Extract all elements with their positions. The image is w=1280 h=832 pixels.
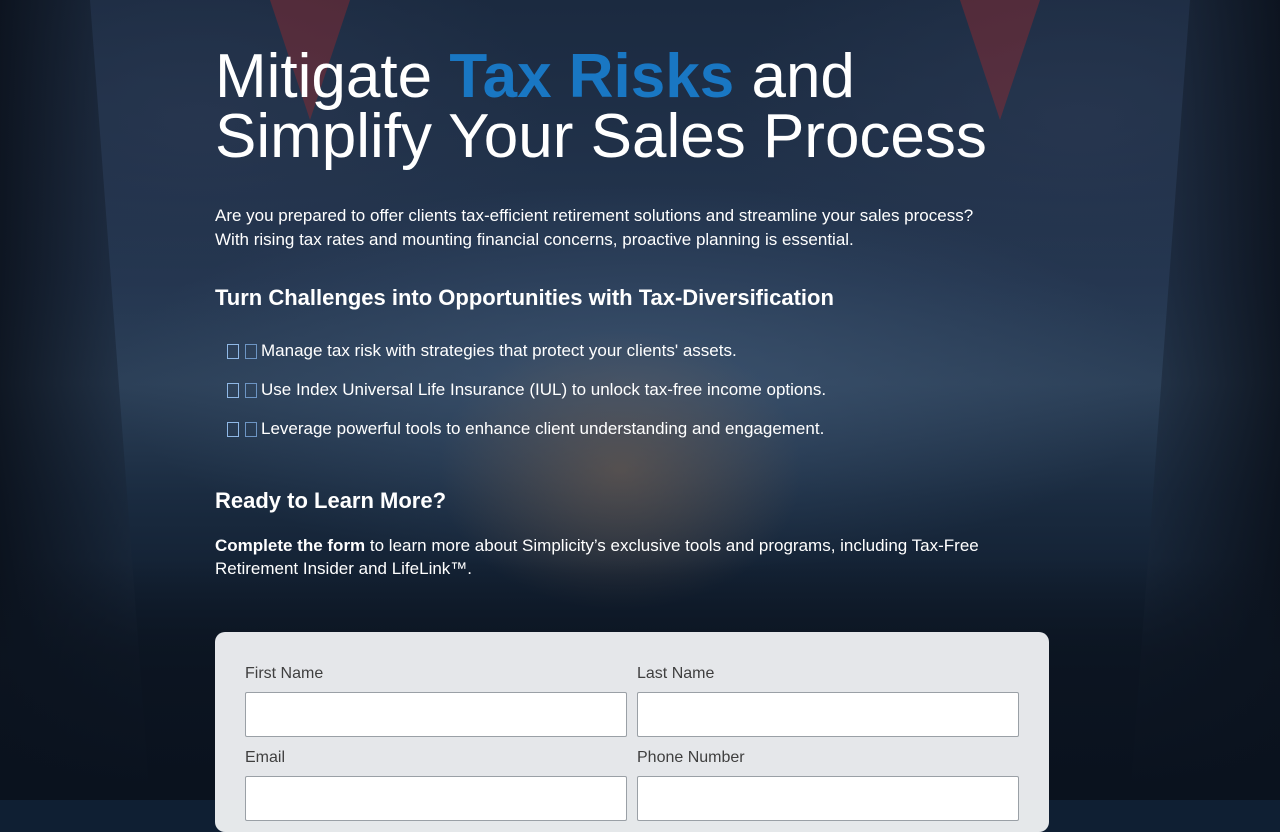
phone-label: Phone Number [637, 749, 745, 766]
first-name-label: First Name [245, 665, 324, 682]
email-field: Email [245, 748, 627, 821]
list-item: Manage tax risk with strategies that pro… [227, 339, 826, 378]
box-icon [227, 344, 239, 359]
benefit-text: Use Index Universal Life Insurance (IUL)… [261, 380, 827, 399]
title-line-2: Simplify Your Sales Process [215, 102, 987, 171]
email-label: Email [245, 749, 286, 766]
first-name-input[interactable] [245, 692, 627, 737]
title-accent-text: Tax Risks [449, 42, 735, 111]
benefit-text: Leverage powerful tools to enhance clien… [261, 419, 825, 438]
last-name-input[interactable] [637, 692, 1019, 737]
lead-form: First Name Last Name Email Phone Number [215, 632, 1049, 832]
first-name-field: First Name [245, 664, 627, 737]
benefits-list: Manage tax risk with strategies that pro… [227, 339, 826, 456]
intro-line-1: Are you prepared to offer clients tax-ef… [215, 206, 974, 225]
section-heading: Turn Challenges into Opportunities with … [215, 285, 834, 310]
title-text: and [734, 42, 855, 111]
cta-paragraph: Complete the form to learn more about Si… [215, 534, 1045, 580]
last-name-field: Last Name [637, 664, 1019, 737]
intro-line-2: With rising tax rates and mounting finan… [215, 230, 854, 249]
list-item: Use Index Universal Life Insurance (IUL)… [227, 378, 826, 417]
title-text: Mitigate [215, 42, 450, 111]
box-icon [227, 422, 239, 437]
cta-heading: Ready to Learn More? [215, 488, 447, 513]
box-icon [245, 383, 257, 398]
phone-input[interactable] [637, 776, 1019, 821]
benefit-text: Manage tax risk with strategies that pro… [261, 341, 737, 360]
phone-field: Phone Number [637, 748, 1019, 821]
list-item: Leverage powerful tools to enhance clien… [227, 417, 826, 456]
cta-bold-text: Complete the form [215, 536, 366, 555]
last-name-label: Last Name [637, 665, 715, 682]
box-icon [245, 344, 257, 359]
page-title: Mitigate Tax Risks and Simplify Your Sal… [215, 46, 1115, 168]
intro-paragraph: Are you prepared to offer clients tax-ef… [215, 204, 1045, 252]
box-icon [245, 422, 257, 437]
email-input[interactable] [245, 776, 627, 821]
box-icon [227, 383, 239, 398]
